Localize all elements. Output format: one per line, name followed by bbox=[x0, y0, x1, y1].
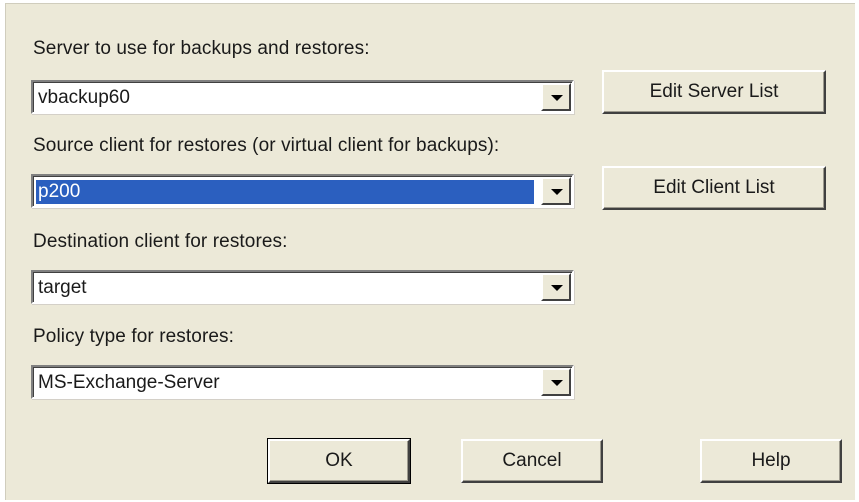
chevron-down-icon[interactable] bbox=[541, 368, 571, 396]
destination-client-select[interactable]: target bbox=[31, 270, 574, 304]
edit-server-list-button[interactable]: Edit Server List bbox=[602, 70, 826, 114]
cancel-button[interactable]: Cancel bbox=[461, 439, 603, 483]
client-server-dialog: Server to use for backups and restores: … bbox=[5, 3, 855, 500]
chevron-down-icon[interactable] bbox=[541, 273, 571, 301]
destination-client-value: target bbox=[38, 277, 87, 298]
server-value: vbackup60 bbox=[38, 87, 130, 108]
chevron-down-icon[interactable] bbox=[541, 83, 571, 111]
policy-type-label: Policy type for restores: bbox=[33, 326, 235, 347]
policy-type-value: MS-Exchange-Server bbox=[38, 372, 220, 393]
server-select[interactable]: vbackup60 bbox=[31, 80, 574, 114]
source-client-value: p200 bbox=[35, 179, 535, 205]
edit-client-list-button[interactable]: Edit Client List bbox=[602, 166, 826, 210]
ok-button[interactable]: OK bbox=[267, 438, 411, 484]
destination-client-label: Destination client for restores: bbox=[33, 231, 288, 252]
help-button[interactable]: Help bbox=[700, 439, 842, 483]
chevron-down-icon[interactable] bbox=[541, 177, 571, 205]
source-client-select[interactable]: p200 bbox=[31, 174, 574, 208]
source-client-label: Source client for restores (or virtual c… bbox=[33, 135, 500, 156]
policy-type-select[interactable]: MS-Exchange-Server bbox=[31, 365, 574, 399]
server-label: Server to use for backups and restores: bbox=[33, 38, 370, 59]
